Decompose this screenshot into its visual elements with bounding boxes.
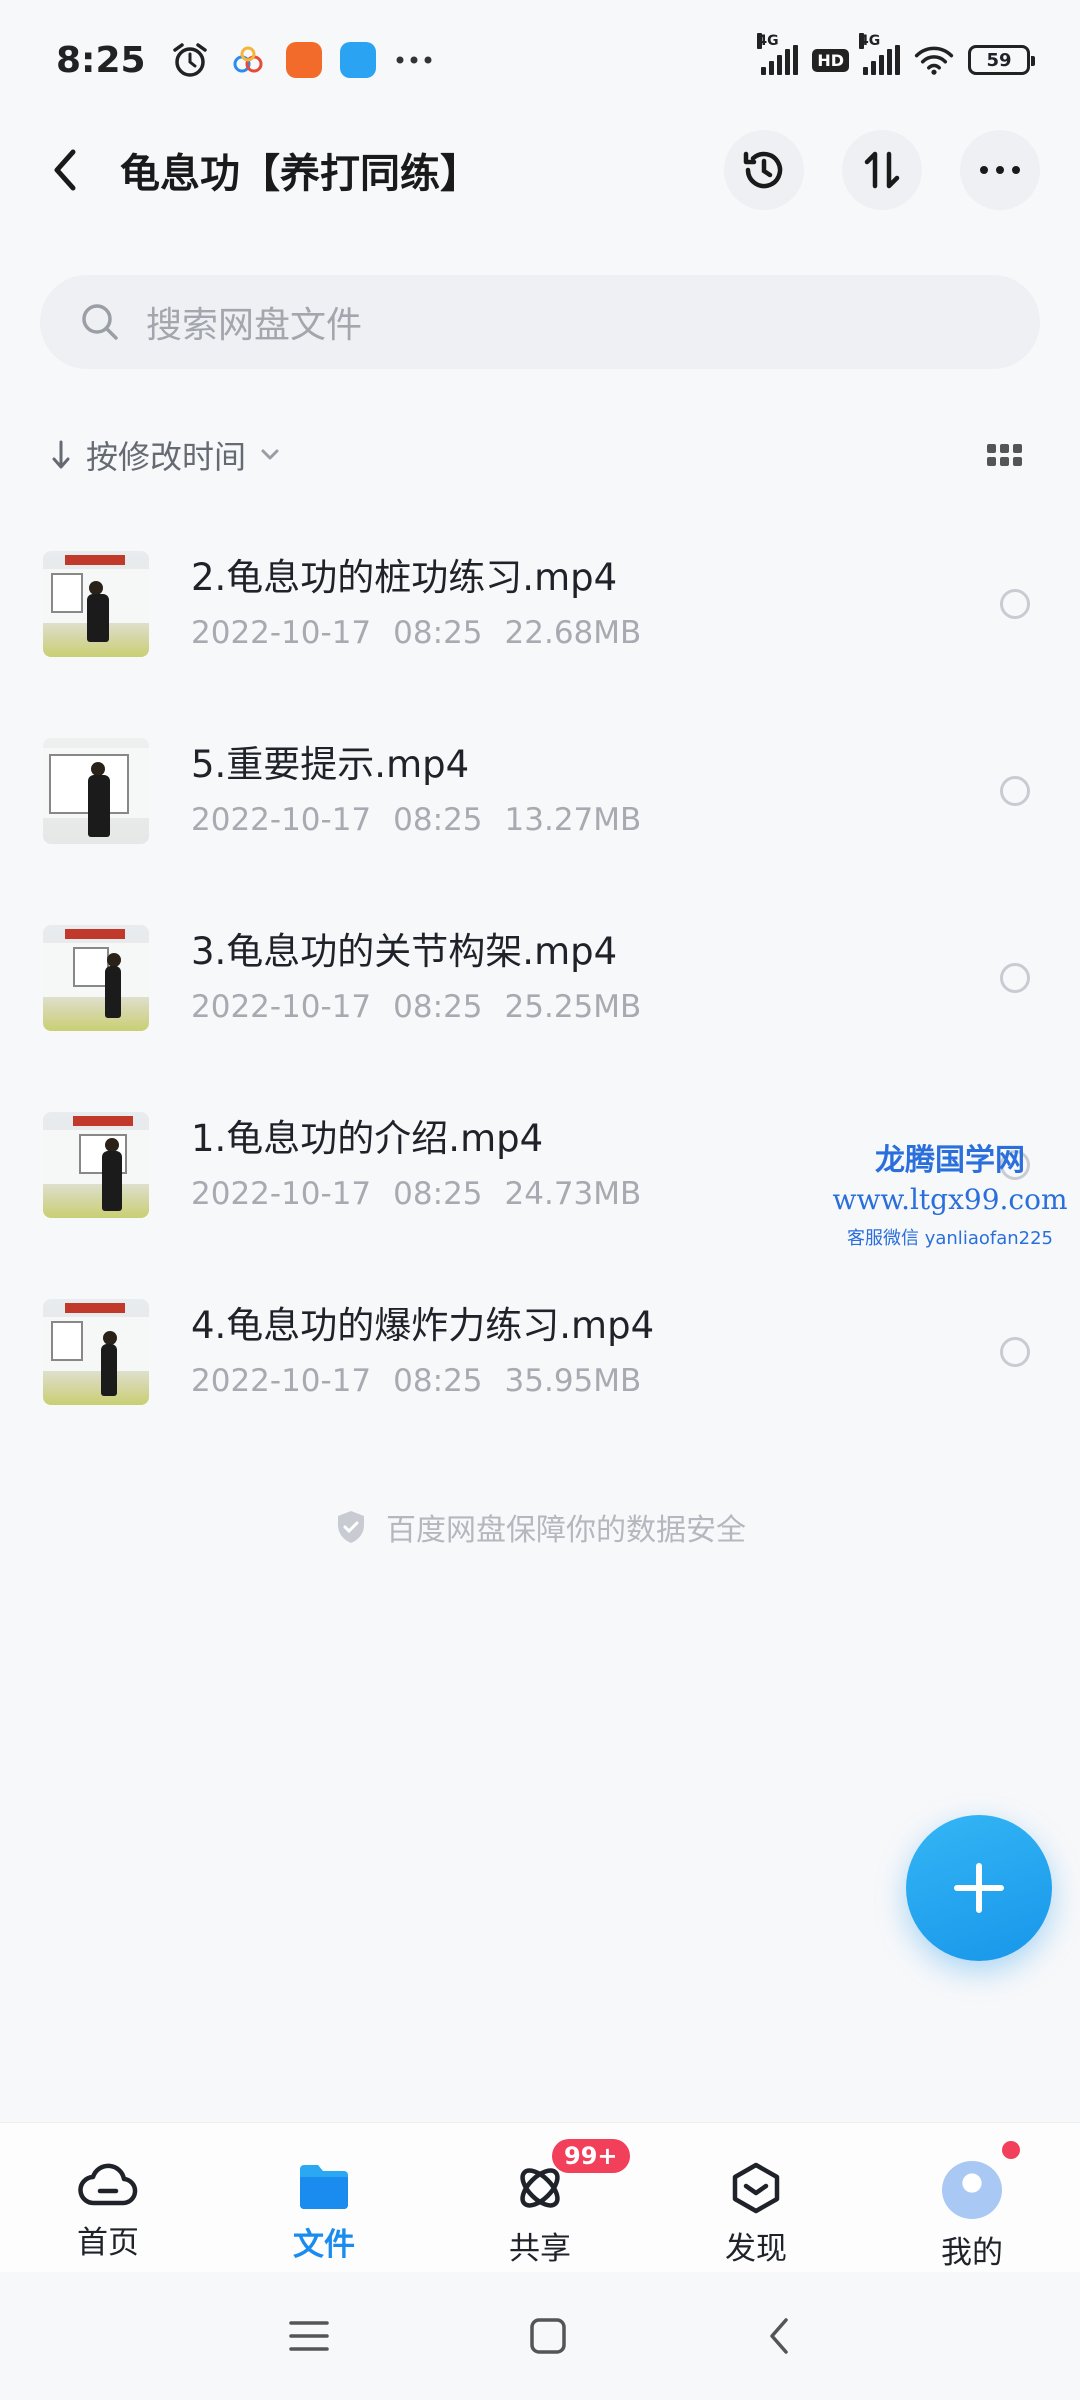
file-meta: 2022-10-17 08:25 25.25MB bbox=[191, 989, 1000, 1025]
file-row[interactable]: 3.龟息功的关节构架.mp4 2022-10-17 08:25 25.25MB bbox=[0, 884, 1080, 1071]
file-date: 2022-10-17 bbox=[191, 1362, 372, 1399]
history-button[interactable] bbox=[724, 130, 804, 210]
search-placeholder: 搜索网盘文件 bbox=[146, 305, 363, 346]
tab-label: 文件 bbox=[293, 2227, 355, 2263]
file-size: 22.68MB bbox=[504, 614, 642, 651]
sort-bar: 按修改时间 bbox=[50, 430, 1030, 480]
file-name: 4.龟息功的爆炸力练习.mp4 bbox=[191, 1304, 655, 1348]
security-note: 百度网盘保障你的数据安全 bbox=[0, 1505, 1080, 1549]
tab-label: 首页 bbox=[77, 2225, 139, 2261]
plus-icon bbox=[954, 1863, 1004, 1913]
header: 龟息功【养打同练】 bbox=[0, 120, 1080, 220]
transfer-button[interactable] bbox=[842, 130, 922, 210]
file-row[interactable]: 4.龟息功的爆炸力练习.mp4 2022-10-17 08:25 35.95MB bbox=[0, 1258, 1080, 1445]
network-type-label: 4G bbox=[757, 33, 779, 49]
tab-label: 共享 bbox=[509, 2231, 571, 2267]
more-icon bbox=[980, 166, 1020, 174]
file-size: 13.27MB bbox=[504, 801, 642, 838]
cloud-icon bbox=[78, 2163, 138, 2206]
tab-discover[interactable]: 发现 bbox=[648, 2123, 864, 2272]
file-meta: 2022-10-17 08:25 35.95MB bbox=[191, 1363, 1000, 1399]
file-time: 08:25 bbox=[393, 1175, 483, 1212]
hd-badge: HD bbox=[812, 48, 849, 72]
baidu-netdisk-icon bbox=[228, 40, 268, 80]
file-name: 5.重要提示.mp4 bbox=[191, 743, 470, 787]
tab-profile[interactable]: 我的 bbox=[864, 2123, 1080, 2272]
watermark-url: www.ltgx99.com bbox=[832, 1183, 1068, 1216]
status-bar: 8:25 4G HD 4G 59 bbox=[0, 0, 1080, 120]
tab-share[interactable]: 共享 99+ bbox=[432, 2123, 648, 2272]
menu-icon[interactable] bbox=[289, 2319, 329, 2353]
sort-order-dropdown[interactable]: 按修改时间 bbox=[86, 432, 246, 478]
video-thumbnail bbox=[43, 1298, 149, 1405]
back-nav-icon[interactable] bbox=[767, 2316, 791, 2356]
notification-dot bbox=[1002, 2141, 1020, 2159]
file-date: 2022-10-17 bbox=[191, 801, 372, 838]
file-size: 35.95MB bbox=[504, 1362, 642, 1399]
file-name: 2.龟息功的桩功练习.mp4 bbox=[191, 556, 618, 600]
discover-icon bbox=[732, 2162, 780, 2214]
app-notification-icon bbox=[285, 42, 322, 78]
file-time: 08:25 bbox=[393, 1362, 483, 1399]
security-note-text: 百度网盘保障你的数据安全 bbox=[386, 1513, 746, 1548]
file-time: 08:25 bbox=[393, 988, 483, 1025]
select-radio[interactable] bbox=[1000, 775, 1030, 806]
back-button[interactable] bbox=[40, 140, 90, 200]
battery-indicator: 59 bbox=[968, 45, 1035, 75]
tab-files[interactable]: 文件 bbox=[216, 2123, 432, 2272]
tab-label: 发现 bbox=[725, 2231, 787, 2267]
status-time: 8:25 bbox=[56, 39, 146, 81]
watermark: 龙腾国学网 www.ltgx99.com 客服微信 yanliaofan225 bbox=[820, 1135, 1080, 1250]
video-thumbnail bbox=[43, 550, 149, 657]
signal-icon: 4G bbox=[757, 33, 799, 75]
video-thumbnail bbox=[43, 1111, 149, 1218]
network-type-label-2: 4G bbox=[859, 33, 881, 49]
avatar bbox=[942, 2161, 1002, 2219]
notification-badge: 99+ bbox=[552, 2139, 630, 2173]
alarm-icon bbox=[170, 40, 210, 80]
transfer-icon bbox=[864, 151, 900, 189]
file-meta: 2022-10-17 08:25 13.27MB bbox=[191, 802, 1000, 838]
video-thumbnail bbox=[43, 737, 149, 844]
file-size: 24.73MB bbox=[504, 1175, 642, 1212]
video-thumbnail bbox=[43, 924, 149, 1031]
file-name: 3.龟息功的关节构架.mp4 bbox=[191, 930, 618, 974]
file-size: 25.25MB bbox=[504, 988, 642, 1025]
shield-icon bbox=[338, 1511, 364, 1543]
file-row[interactable]: 5.重要提示.mp4 2022-10-17 08:25 13.27MB bbox=[0, 697, 1080, 884]
folder-icon bbox=[300, 2165, 348, 2209]
tab-home[interactable]: 首页 bbox=[0, 2123, 216, 2272]
signal-icon-2: 4G bbox=[859, 33, 900, 75]
system-nav-bar bbox=[0, 2272, 1080, 2400]
watermark-contact: 客服微信 yanliaofan225 bbox=[847, 1228, 1053, 1249]
file-time: 08:25 bbox=[393, 801, 483, 838]
file-meta: 2022-10-17 08:25 22.68MB bbox=[191, 615, 1000, 651]
wifi-icon bbox=[914, 40, 954, 80]
add-button[interactable] bbox=[906, 1815, 1052, 1961]
tab-label: 我的 bbox=[941, 2235, 1003, 2271]
file-date: 2022-10-17 bbox=[191, 1175, 372, 1212]
more-notifications-icon bbox=[394, 40, 434, 80]
page-title: 龟息功【养打同练】 bbox=[120, 151, 480, 197]
history-icon bbox=[743, 151, 783, 189]
file-date: 2022-10-17 bbox=[191, 614, 372, 651]
select-radio[interactable] bbox=[1000, 1336, 1030, 1367]
more-button[interactable] bbox=[960, 130, 1040, 210]
file-list: 2.龟息功的桩功练习.mp4 2022-10-17 08:25 22.68MB 5.… bbox=[0, 510, 1080, 1445]
chevron-down-icon[interactable] bbox=[260, 448, 280, 462]
grid-view-toggle[interactable] bbox=[979, 436, 1030, 474]
app-notification-icon-2 bbox=[339, 42, 376, 78]
search-icon bbox=[82, 304, 118, 340]
file-time: 08:25 bbox=[393, 614, 483, 651]
file-row[interactable]: 2.龟息功的桩功练习.mp4 2022-10-17 08:25 22.68MB bbox=[0, 510, 1080, 697]
watermark-title: 龙腾国学网 bbox=[875, 1143, 1025, 1178]
select-radio[interactable] bbox=[1000, 962, 1030, 993]
select-radio[interactable] bbox=[1000, 588, 1030, 619]
home-icon[interactable] bbox=[529, 2317, 567, 2355]
bottom-tab-bar: 首页 文件 共享 99+ 发现 我的 bbox=[0, 2122, 1080, 2272]
file-date: 2022-10-17 bbox=[191, 988, 372, 1025]
search-input[interactable]: 搜索网盘文件 bbox=[40, 275, 1040, 369]
sort-arrow-icon[interactable] bbox=[50, 439, 72, 471]
back-icon bbox=[54, 149, 76, 191]
